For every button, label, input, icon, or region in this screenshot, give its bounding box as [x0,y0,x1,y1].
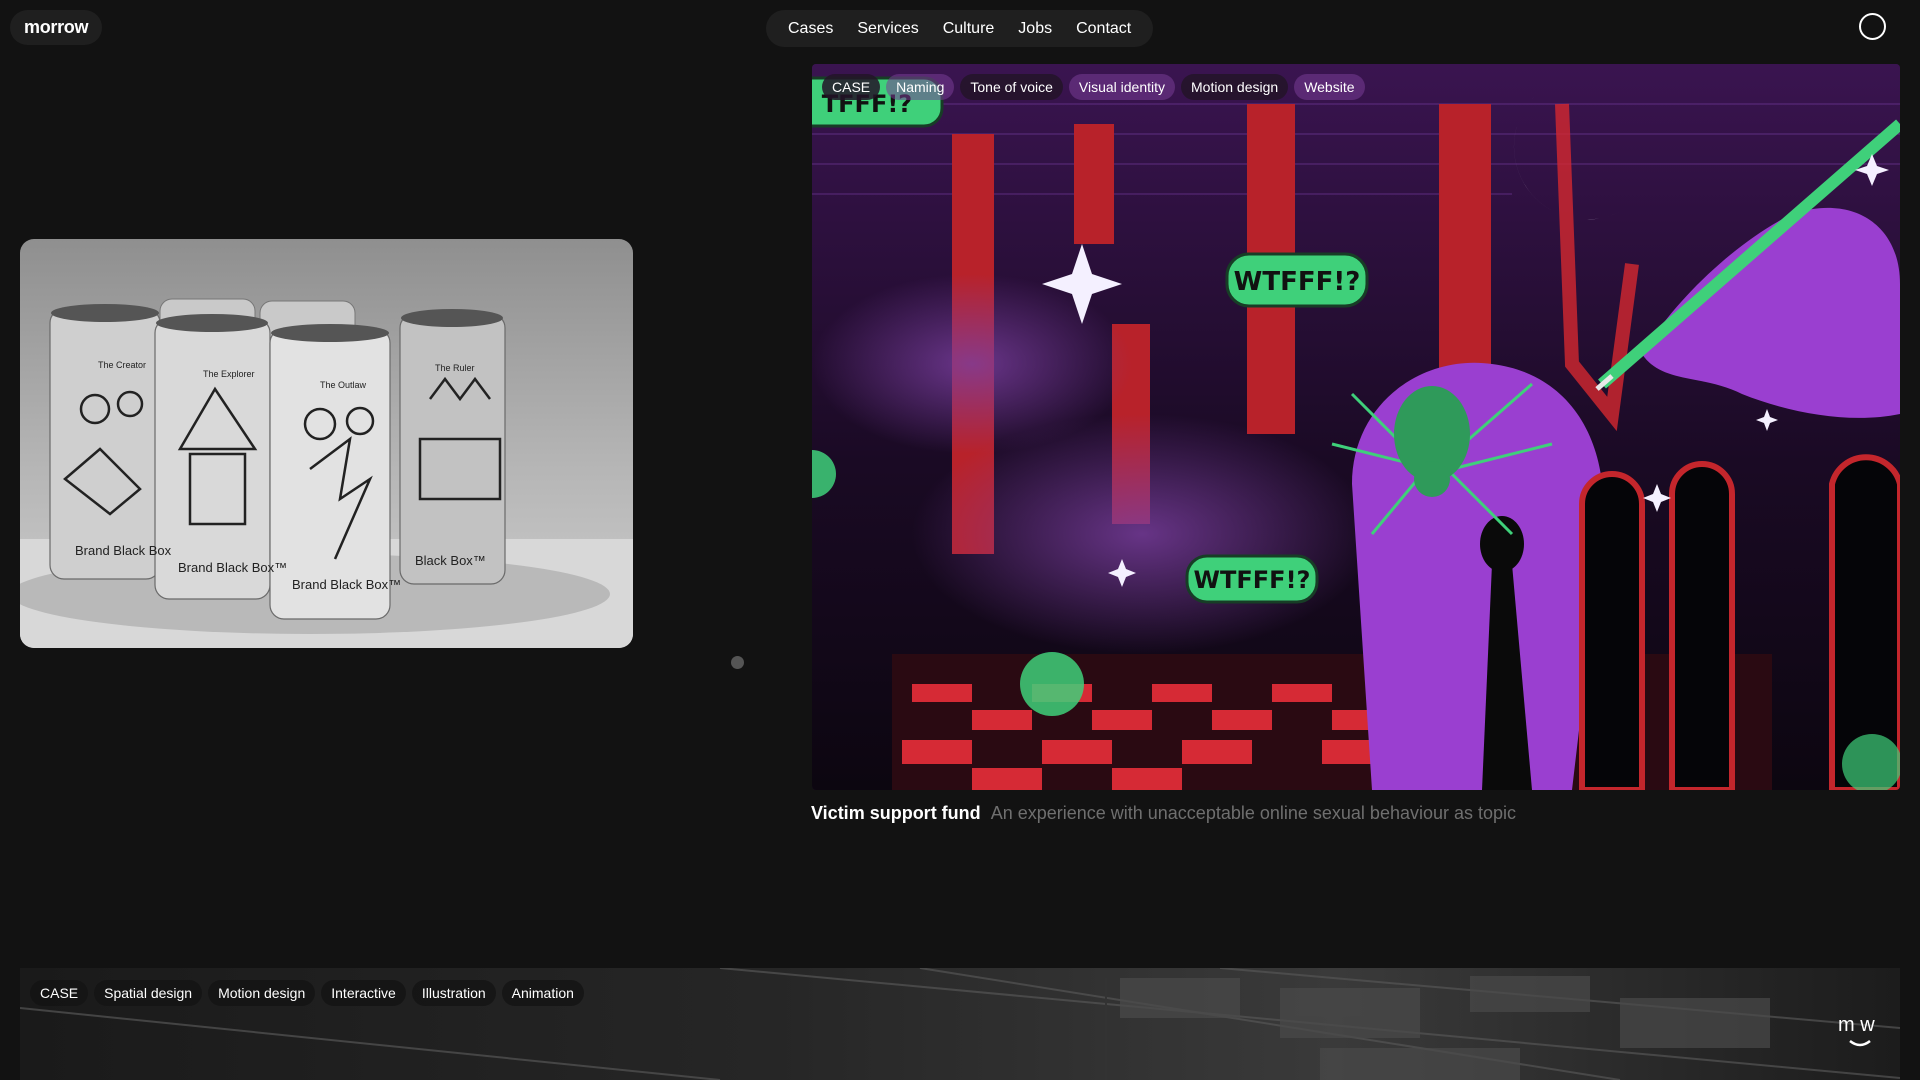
theme-toggle-circle-icon[interactable] [1859,13,1886,40]
tag-illustration[interactable]: Illustration [411,980,496,1006]
can-brand-text-3: Brand Black Box™ [292,577,401,592]
tag-interactive[interactable]: Interactive [321,980,406,1006]
tag-tone-of-voice[interactable]: Tone of voice [960,74,1063,100]
tag-case[interactable]: CASE [822,74,881,100]
speech-bubble-2: WTFFF!? [1194,566,1311,594]
tag-website[interactable]: Website [1294,74,1365,100]
case-description: An experience with unacceptable online s… [990,803,1517,823]
nav-item-culture[interactable]: Culture [931,20,1007,38]
can-label-outlaw: The Outlaw [320,380,367,390]
tag-spatial-design[interactable]: Spatial design [94,980,203,1006]
can-brand-text-4: Black Box™ [415,553,486,568]
featured-case-caption[interactable]: Victim support fund An experience with u… [811,803,1516,824]
can-brand-text-1: Brand Black Box [75,543,172,558]
tag-motion-design[interactable]: Motion design [1181,74,1289,100]
mw-smile-icon[interactable]: m w [1836,1013,1884,1053]
nav-item-cases[interactable]: Cases [776,20,845,38]
main-nav: Cases Services Culture Jobs Contact [766,10,1154,47]
tag-visual-identity[interactable]: Visual identity [1068,74,1176,100]
nav-item-contact[interactable]: Contact [1064,20,1143,38]
nav-item-services[interactable]: Services [845,20,930,38]
can-label-creator: The Creator [98,360,146,370]
featured-case-tags: CASE Naming Tone of voice Visual identit… [822,74,1365,100]
case-title: Victim support fund [811,803,981,823]
mw-badge-text: m w [1838,1014,1875,1036]
carousel-dot[interactable] [731,656,744,669]
bottom-case-image[interactable]: CASE Spatial design Motion design Intera… [20,968,1900,1080]
bottom-case-tags: CASE Spatial design Motion design Intera… [30,980,584,1006]
cans-illustration: The Creator The Explorer The Outlaw The … [20,298,633,648]
case-image-cans[interactable]: The Creator The Explorer The Outlaw The … [20,239,633,648]
case-illustration: WTFFF!? WTFFF!? TFFF!? [812,64,1900,790]
tag-case[interactable]: CASE [30,980,89,1006]
speech-bubble-1: WTFFF!? [1234,267,1361,297]
page: morrow Cases Services Culture Jobs Conta… [0,0,1920,1080]
logo[interactable]: morrow [10,10,103,45]
tag-motion-design[interactable]: Motion design [208,980,316,1006]
can-brand-text-2: Brand Black Box™ [178,560,287,575]
featured-case-image[interactable]: WTFFF!? WTFFF!? TFFF!? CASE Naming Tone … [812,64,1900,790]
tag-naming[interactable]: Naming [886,74,955,100]
nav-item-jobs[interactable]: Jobs [1006,20,1064,38]
tag-animation[interactable]: Animation [501,980,584,1006]
can-label-explorer: The Explorer [203,369,255,379]
can-label-ruler: The Ruler [435,363,475,373]
